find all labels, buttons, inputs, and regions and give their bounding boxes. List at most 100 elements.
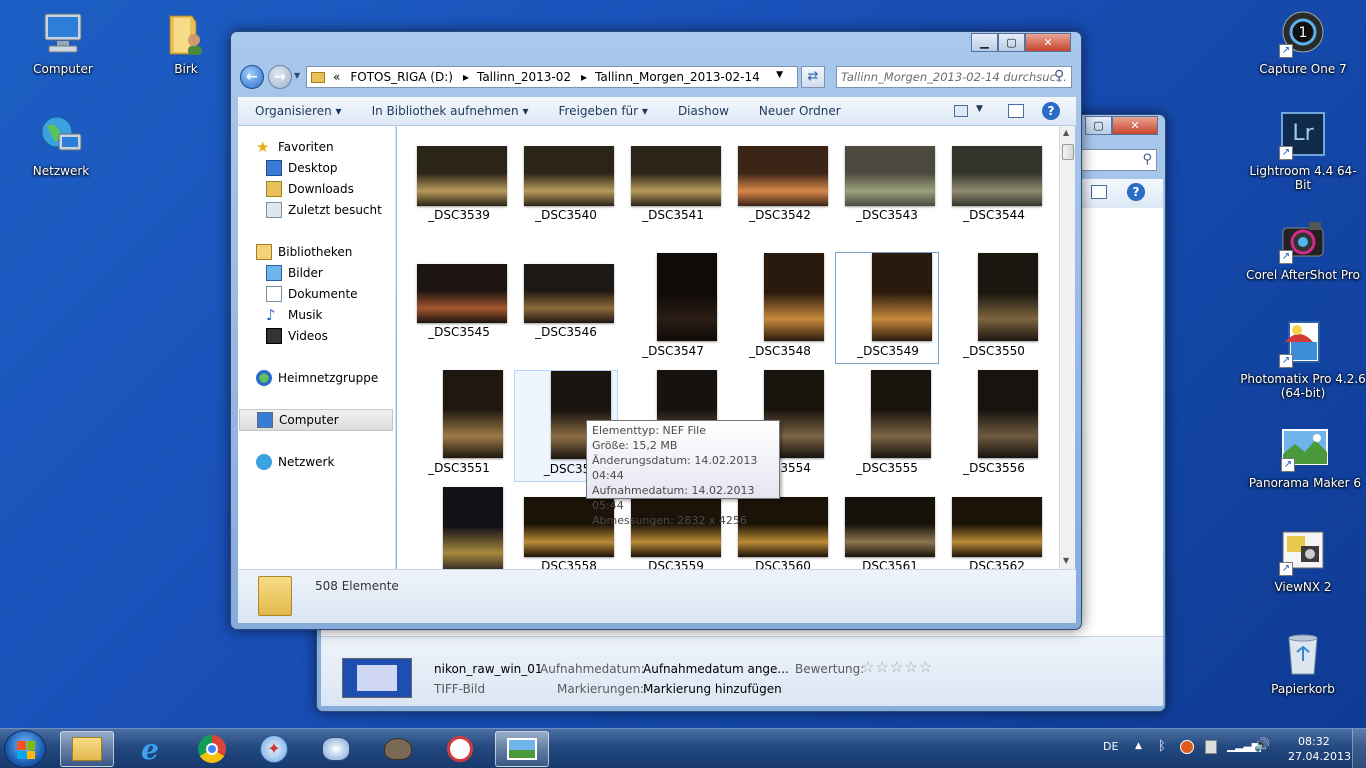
taskbar-snipping-tool[interactable]: [433, 731, 487, 767]
help-icon[interactable]: ?: [1127, 183, 1145, 201]
desktop-icon-aftershot[interactable]: ↗ Corel AfterShot Pro: [1238, 216, 1366, 282]
vertical-scrollbar[interactable]: ▲ ▼: [1059, 126, 1075, 569]
start-button[interactable]: [4, 730, 46, 768]
close-button[interactable]: ✕: [1112, 116, 1158, 135]
file-item[interactable]: _DSC3548: [728, 253, 832, 365]
organize-menu[interactable]: Organisieren ▾: [255, 104, 342, 118]
taskbar-explorer[interactable]: [60, 731, 114, 767]
slideshow-button[interactable]: Diashow: [678, 104, 729, 118]
show-hidden-icons-icon[interactable]: ▲: [1135, 741, 1142, 751]
tags-label: Markierungen:: [557, 682, 645, 696]
close-button[interactable]: ✕: [1025, 33, 1071, 52]
breadcrumb-current[interactable]: Tallinn_Morgen_2013-02-14: [595, 70, 760, 84]
maximize-button[interactable]: ▢: [998, 33, 1025, 52]
search-input[interactable]: ⚲: [1077, 149, 1157, 171]
file-item[interactable]: _DSC3539: [407, 136, 511, 248]
usb-device-icon[interactable]: [1205, 740, 1217, 754]
language-indicator[interactable]: DE: [1103, 740, 1118, 753]
file-item[interactable]: _DSC3551: [407, 370, 511, 482]
forward-button[interactable]: →: [268, 65, 292, 89]
nav-libraries[interactable]: Bibliotheken: [256, 244, 352, 260]
desktop-icon-panorama[interactable]: ↗ Panorama Maker 6: [1245, 424, 1365, 490]
desktop-icon-photomatix[interactable]: ↗ Photomatix Pro 4.2.6 (64-bit): [1238, 320, 1366, 400]
view-dropdown-icon[interactable]: ▼: [976, 104, 983, 114]
address-bar[interactable]: « FOTOS_RIGA (D:) ▸ Tallinn_2013-02 ▸ Ta…: [306, 66, 798, 88]
desktop-icon-viewnx[interactable]: ↗ ViewNX 2: [1248, 528, 1358, 594]
scroll-thumb[interactable]: [1062, 144, 1074, 160]
desktop-icon-lightroom[interactable]: Lr ↗ Lightroom 4.4 64-Bit: [1248, 112, 1358, 192]
search-input[interactable]: Tallinn_Morgen_2013-02-14 durchsuc...: [836, 66, 1072, 88]
file-item[interactable]: _DSC3547: [621, 253, 725, 365]
file-item[interactable]: _DSC3546: [514, 253, 618, 365]
preview-pane-icon[interactable]: [1008, 104, 1024, 118]
desktop-icon-computer[interactable]: Computer: [8, 10, 118, 76]
taskbar-safari[interactable]: ✦: [247, 731, 301, 767]
file-item[interactable]: _DSC3542: [728, 136, 832, 248]
include-in-library-menu[interactable]: In Bibliothek aufnehmen ▾: [372, 104, 529, 118]
share-with-menu[interactable]: Freigeben für ▾: [558, 104, 647, 118]
nav-pictures[interactable]: Bilder: [266, 265, 323, 281]
file-item[interactable]: _DSC3543: [835, 136, 939, 248]
new-folder-button[interactable]: Neuer Ordner: [759, 104, 841, 118]
file-item[interactable]: _DSC3562: [942, 487, 1046, 569]
videos-icon: [266, 328, 282, 344]
viewnx-icon: ↗: [1279, 528, 1327, 576]
nav-documents[interactable]: Dokumente: [266, 286, 358, 302]
tags-value[interactable]: Markierung hinzufügen: [643, 682, 782, 696]
minimize-button[interactable]: ▁: [971, 33, 998, 52]
nav-computer[interactable]: Computer: [239, 409, 393, 431]
breadcrumb-folder[interactable]: Tallinn_2013-02: [477, 70, 571, 84]
taskbar-chrome[interactable]: [185, 731, 239, 767]
taskbar-thunderbird[interactable]: [309, 731, 363, 767]
file-item[interactable]: _DSC3549: [835, 252, 939, 364]
nav-favorites[interactable]: ★ Favoriten: [256, 139, 334, 155]
desktop-icon-birk[interactable]: Birk: [131, 10, 241, 76]
breadcrumb-drive[interactable]: FOTOS_RIGA (D:): [350, 70, 453, 84]
scroll-up-icon[interactable]: ▲: [1063, 128, 1069, 137]
file-item[interactable]: _DSC3561: [835, 487, 939, 569]
nav-music[interactable]: ♪ Musik: [266, 307, 323, 323]
maximize-button[interactable]: ▢: [1085, 116, 1112, 135]
nav-homegroup[interactable]: Heimnetzgruppe: [256, 370, 378, 386]
desktop-icon-netzwerk[interactable]: Netzwerk: [6, 112, 116, 178]
change-view-icon[interactable]: [954, 105, 968, 117]
file-item[interactable]: _DSC3550: [942, 253, 1046, 365]
taskbar-photo-viewer[interactable]: [495, 731, 549, 767]
rating-stars[interactable]: ☆☆☆☆☆: [861, 658, 933, 676]
date-value[interactable]: Aufnahmedatum ange...: [643, 662, 789, 676]
file-item[interactable]: _DSC3540: [514, 136, 618, 248]
file-item[interactable]: _DSC3556: [942, 370, 1046, 482]
address-dropdown-icon[interactable]: ▼: [776, 70, 783, 80]
volume-icon[interactable]: 🔊: [1254, 738, 1270, 753]
file-thumbnail: [524, 146, 614, 206]
recent-pages-dropdown[interactable]: ▼: [294, 71, 300, 80]
nav-recent[interactable]: Zuletzt besucht: [266, 202, 382, 218]
file-item[interactable]: _DSC3541: [621, 136, 725, 248]
taskbar-internet-explorer[interactable]: e: [123, 731, 177, 767]
tray-app-icon[interactable]: [1180, 740, 1194, 754]
desktop-icon-label: Capture One 7: [1259, 62, 1347, 76]
nav-desktop[interactable]: Desktop: [266, 160, 338, 176]
clock-date[interactable]: 27.04.2013: [1288, 750, 1351, 763]
bluetooth-icon[interactable]: ᛒ: [1158, 739, 1166, 754]
desktop-icon-capture-one[interactable]: 1 ↗ Capture One 7: [1248, 10, 1358, 76]
nav-videos[interactable]: Videos: [266, 328, 328, 344]
desktop-icon-recycle-bin[interactable]: Papierkorb: [1248, 630, 1358, 696]
scroll-down-icon[interactable]: ▼: [1063, 556, 1069, 565]
nav-network[interactable]: Netzwerk: [256, 454, 334, 470]
refresh-button[interactable]: ⇄: [801, 66, 825, 88]
back-button[interactable]: ←: [240, 65, 264, 89]
breadcrumb-separator-icon[interactable]: ▸: [463, 70, 469, 84]
nav-downloads[interactable]: Downloads: [266, 181, 354, 197]
preview-pane-icon[interactable]: [1091, 185, 1107, 199]
show-desktop-button[interactable]: [1352, 729, 1366, 768]
clock-time[interactable]: 08:32: [1298, 735, 1330, 748]
file-item[interactable]: _DSC3557: [407, 487, 511, 569]
file-item[interactable]: _DSC3545: [407, 253, 511, 365]
help-icon[interactable]: ?: [1042, 102, 1060, 120]
taskbar-gimp[interactable]: [371, 731, 425, 767]
breadcrumb-separator-icon[interactable]: ▸: [581, 70, 587, 84]
breadcrumb-overflow[interactable]: «: [333, 70, 340, 84]
file-item[interactable]: _DSC3555: [835, 370, 939, 482]
file-item[interactable]: _DSC3544: [942, 136, 1046, 248]
